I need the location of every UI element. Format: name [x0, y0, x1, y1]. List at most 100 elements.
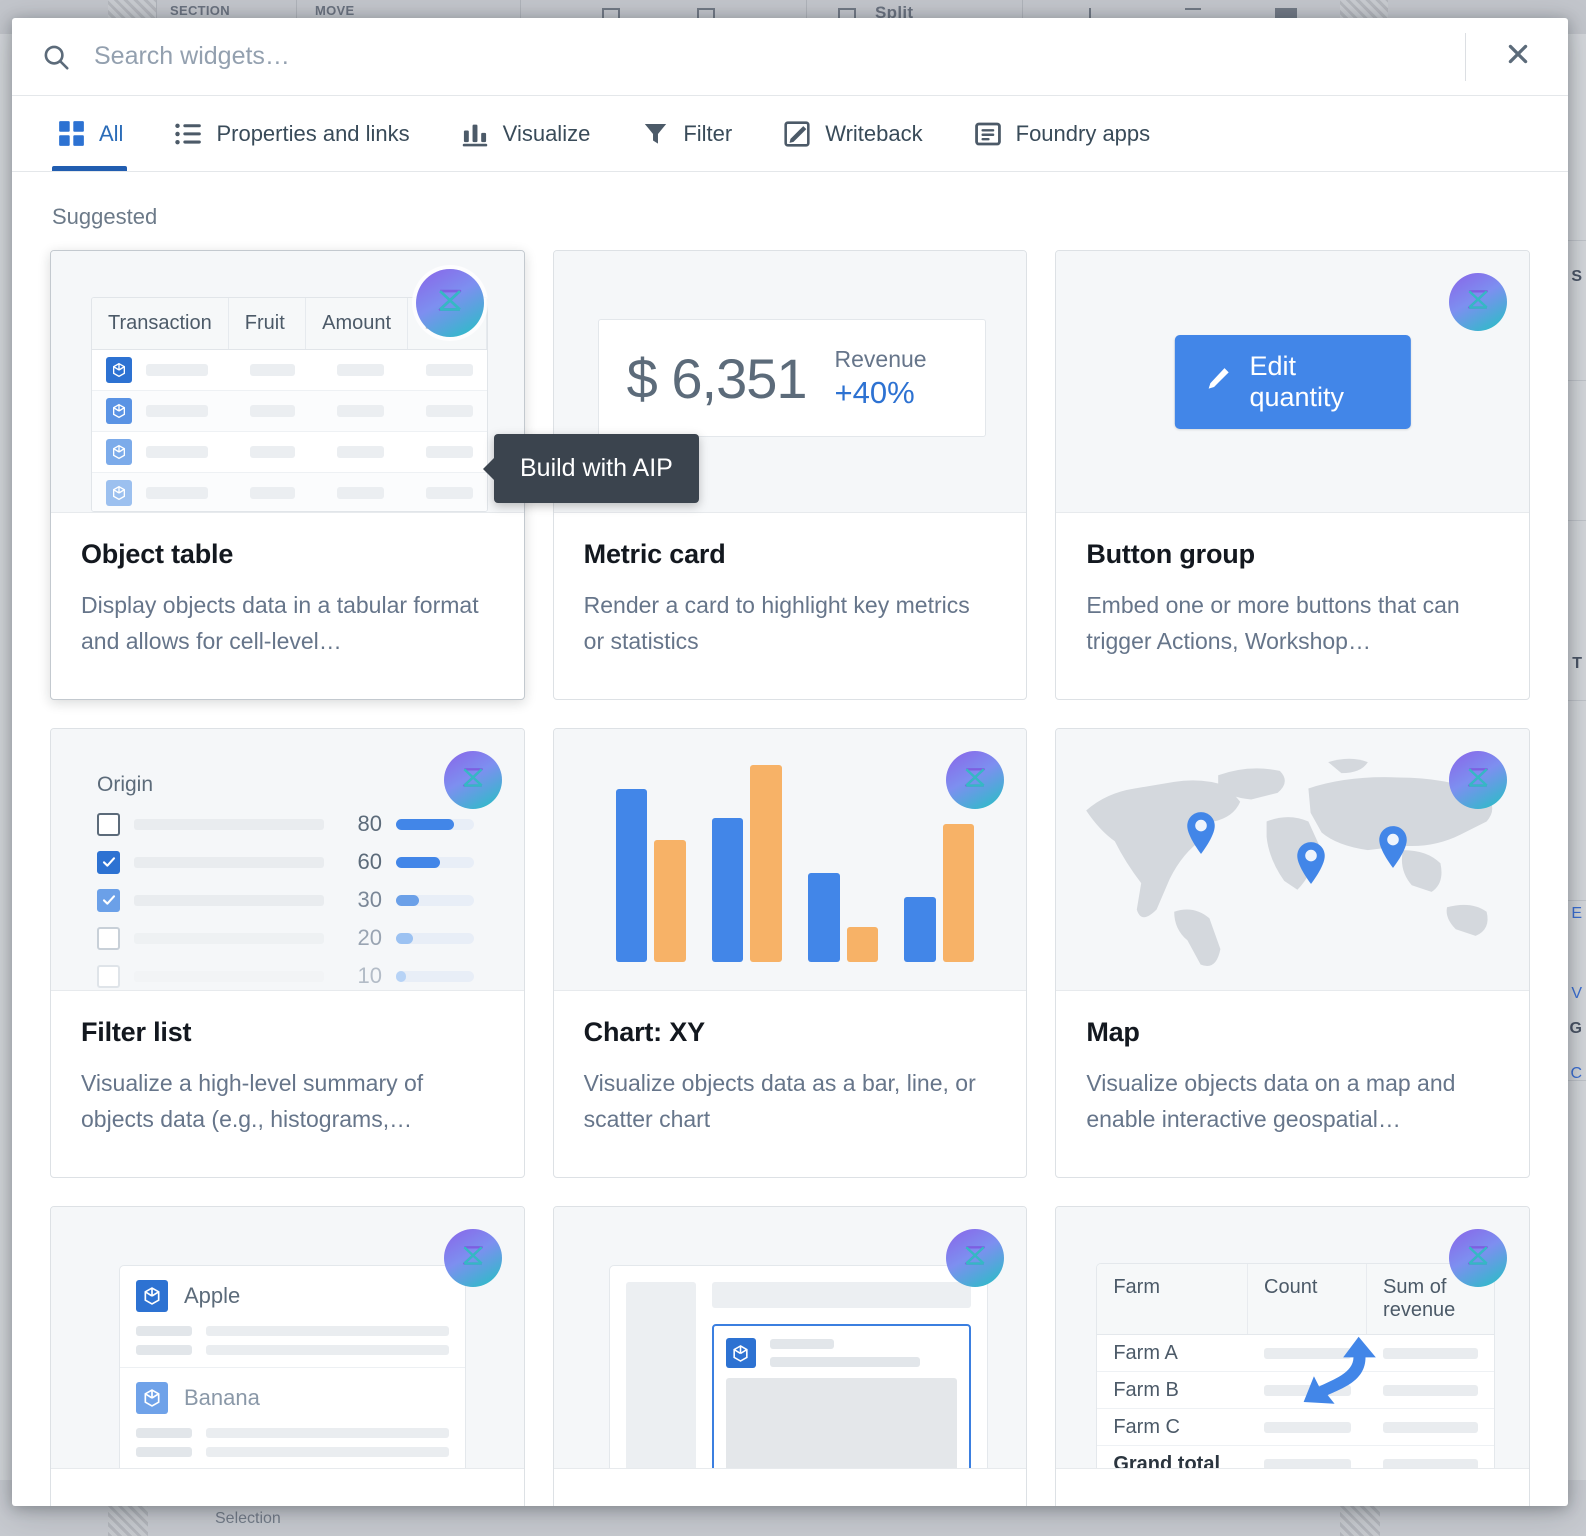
widget-card-object-table[interactable]: Transaction Fruit Amount Price [50, 250, 525, 700]
pivot-cell-label: Farm A [1113, 1341, 1178, 1364]
pivot-cell-label: Farm C [1113, 1415, 1180, 1438]
cell-bar [425, 405, 473, 417]
section-title: Suggested [52, 204, 158, 229]
bar-series-a [711, 818, 744, 962]
build-with-aip-button[interactable] [415, 269, 484, 337]
cell-bar [1264, 1459, 1352, 1468]
list-icon [173, 119, 203, 149]
preview-sidebar [625, 1282, 696, 1468]
pivot-header-farm: Farm [1097, 1264, 1249, 1334]
cell-bar [337, 405, 384, 417]
cell-bar [425, 446, 473, 458]
cell-bar [337, 487, 384, 499]
filter-row: 60 [97, 849, 494, 875]
bg-side-label-c: C [1570, 1065, 1582, 1082]
filter-bar-track [396, 856, 474, 868]
widget-card-map[interactable]: Map Visualize objects data on a map and … [1055, 728, 1530, 1178]
build-with-aip-button[interactable] [443, 1229, 502, 1287]
bar-series-a [615, 788, 648, 962]
line [136, 1326, 449, 1336]
preview-selected-card [711, 1324, 972, 1468]
card-description: Visualize objects data on a map and enab… [1086, 1070, 1456, 1132]
tab-foundry-apps[interactable]: Foundry apps [969, 96, 1155, 171]
build-with-aip-button[interactable] [1448, 273, 1507, 331]
checkbox-icon [97, 926, 120, 950]
object-cube-icon [136, 1280, 168, 1312]
close-button[interactable] [1494, 33, 1542, 81]
filter-row: 10 [97, 963, 494, 989]
widget-gallery: Suggested Transaction Fruit Amount Price [12, 172, 1568, 1506]
checkbox-icon [97, 812, 120, 836]
cell-bar [1383, 1384, 1478, 1396]
pivot-swap-arrows-icon [1283, 1322, 1393, 1432]
cell-bar [1383, 1459, 1478, 1468]
tab-filter[interactable]: Filter [636, 96, 736, 171]
table-row [92, 473, 487, 511]
funnel-icon [640, 119, 670, 149]
tab-filter-label: Filter [683, 120, 733, 146]
build-with-aip-button[interactable] [946, 751, 1005, 809]
line [769, 1339, 834, 1349]
background-left-gutter [0, 34, 12, 1536]
line [769, 1357, 920, 1367]
filter-bar-fill [396, 932, 414, 944]
filter-bar-fill [396, 818, 454, 830]
widget-card-button-group[interactable]: Edit quantity Button group Embed one or … [1055, 250, 1530, 700]
preview-card-head [725, 1338, 958, 1368]
tab-visualize[interactable]: Visualize [456, 96, 595, 171]
list-item-title: Apple [184, 1283, 241, 1308]
toolbar-label-move: MOVE [315, 3, 355, 18]
preview-main [711, 1282, 972, 1468]
map-preview [1056, 729, 1529, 991]
cell-bar [1383, 1347, 1478, 1359]
map-pin-icon [1376, 825, 1410, 874]
table-header-amount: Amount [306, 298, 409, 349]
widget-card-object-list[interactable]: Apple Banana [50, 1206, 525, 1506]
tab-properties-and-links[interactable]: Properties and links [169, 96, 413, 171]
bar-group [808, 765, 879, 962]
bar-series-b [654, 839, 686, 962]
filter-list-meta: Filter list Visualize a high-level summa… [51, 991, 524, 1137]
card-title: Object table [81, 539, 234, 569]
widget-card-object-view[interactable] [552, 1206, 1028, 1506]
line-left [136, 1345, 192, 1355]
filter-bar-track [396, 932, 474, 944]
filter-bar-fill [396, 894, 420, 906]
aip-icon [1463, 763, 1493, 798]
object-view-meta [554, 1469, 1027, 1506]
widget-card-chart-xy[interactable]: Chart: XY Visualize objects data as a ba… [552, 728, 1028, 1178]
tab-all[interactable]: All [52, 96, 128, 171]
widget-grid: Transaction Fruit Amount Price [50, 250, 1530, 1506]
list-item-header: Apple [136, 1280, 449, 1312]
card-title: Filter list [81, 1017, 192, 1047]
cell-bar [249, 405, 296, 417]
pivot-cell-revenue [1367, 1459, 1494, 1468]
build-with-aip-button[interactable] [946, 1229, 1005, 1287]
list-item-lines [136, 1428, 449, 1457]
object-cube-icon [136, 1382, 168, 1414]
line-left [136, 1428, 192, 1438]
bg-side-label-s: S [1571, 268, 1582, 285]
table-row [92, 432, 487, 473]
build-with-aip-button[interactable] [1448, 751, 1507, 809]
line-right [206, 1326, 449, 1336]
widget-card-pivot-table[interactable]: Farm Count Sum of revenue Farm A Farm B [1055, 1206, 1530, 1506]
metric-value: $ 6,351 [626, 346, 808, 410]
bar-series-a [904, 897, 936, 962]
bar-group [615, 765, 686, 962]
chart-xy-meta: Chart: XY Visualize objects data as a ba… [554, 991, 1027, 1137]
filter-row: 20 [97, 925, 494, 951]
bar-chart-icon [460, 119, 490, 149]
pivot-table-preview: Farm Count Sum of revenue Farm A Farm B [1056, 1207, 1529, 1469]
cell-bar [337, 446, 384, 458]
search-input[interactable] [94, 36, 1465, 77]
pivot-row-total: Grand total [1097, 1446, 1494, 1468]
widget-card-filter-list[interactable]: Origin 80 60 30 20 10 Filter list Visual… [50, 728, 525, 1178]
preview-topbar [711, 1282, 972, 1308]
build-with-aip-button[interactable] [443, 751, 502, 809]
tab-writeback[interactable]: Writeback [778, 96, 926, 171]
line [136, 1428, 449, 1438]
tab-visualize-label: Visualize [502, 120, 591, 146]
build-with-aip-button[interactable] [1448, 1229, 1507, 1287]
filter-count: 80 [357, 811, 382, 836]
